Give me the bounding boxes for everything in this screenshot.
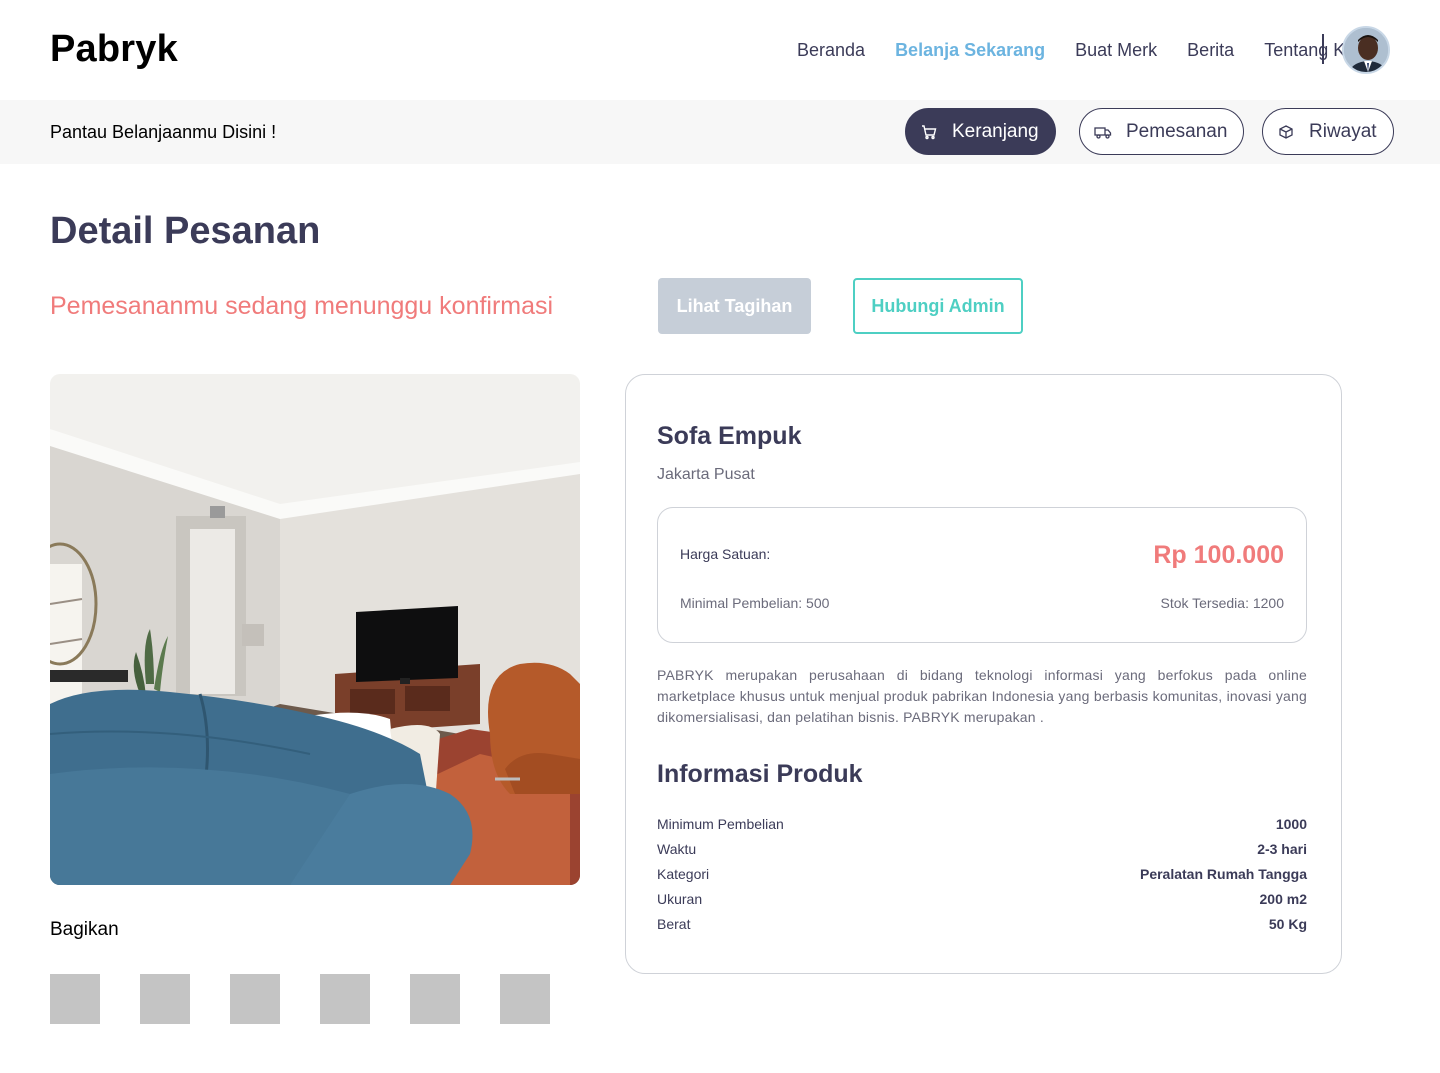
info-value: Peralatan Rumah Tangga [1139, 865, 1307, 882]
info-row: Waktu 2-3 hari [657, 836, 1307, 861]
info-row: Berat 50 Kg [657, 911, 1307, 936]
info-label: Berat [657, 915, 691, 932]
view-invoice-button[interactable]: Lihat Tagihan [658, 278, 811, 334]
avatar[interactable] [1342, 26, 1390, 74]
product-location: Jakarta Pusat [657, 466, 755, 483]
min-purchase-text: Minimal Pembelian: 500 [680, 595, 830, 611]
info-label: Kategori [657, 865, 710, 882]
info-label: Ukuran [657, 890, 703, 907]
stock-text: Stok Tersedia: 1200 [1160, 595, 1285, 611]
subbar-text: Pantau Belanjaanmu Disini ! [50, 122, 277, 142]
product-detail-card: Sofa Empuk Jakarta Pusat Harga Satuan: R… [625, 374, 1342, 974]
cart-button[interactable]: Keranjang [905, 108, 1056, 155]
header: Pabryk Beranda Belanja Sekarang Buat Mer… [0, 0, 1440, 100]
share-label: Bagikan [50, 919, 119, 940]
nav-item-beranda[interactable]: Beranda [797, 40, 865, 61]
product-info-title: Informasi Produk [657, 760, 863, 788]
page-title: Detail Pesanan [50, 210, 321, 252]
product-info-list: Minimum Pembelian 1000 Waktu 2-3 hari Ka… [657, 811, 1307, 936]
share-icon-placeholder[interactable] [410, 974, 460, 1024]
share-icon-placeholder[interactable] [230, 974, 280, 1024]
history-label: Riwayat [1309, 120, 1377, 142]
text-cursor [1322, 34, 1324, 64]
share-icon-placeholder[interactable] [50, 974, 100, 1024]
contact-admin-button[interactable]: Hubungi Admin [853, 278, 1023, 334]
nav-item-belanja-sekarang[interactable]: Belanja Sekarang [895, 40, 1045, 61]
share-icon-placeholder[interactable] [140, 974, 190, 1024]
price-box: Harga Satuan: Rp 100.000 Minimal Pembeli… [657, 507, 1307, 643]
info-value: 50 Kg [1268, 915, 1307, 932]
info-row: Kategori Peralatan Rumah Tangga [657, 861, 1307, 886]
sub-bar: Pantau Belanjaanmu Disini ! Keranjang Pe… [0, 100, 1440, 164]
cart-label: Keranjang [952, 120, 1039, 142]
nav-item-buat-merk[interactable]: Buat Merk [1075, 40, 1157, 61]
history-button[interactable]: Riwayat [1262, 108, 1394, 155]
nav-item-berita[interactable]: Berita [1187, 40, 1234, 61]
product-description: PABRYK merupakan perusahaan di bidang te… [657, 667, 1307, 725]
info-value: 200 m2 [1259, 890, 1307, 907]
info-label: Minimum Pembelian [657, 815, 784, 832]
price-value: Rp 100.000 [1153, 541, 1284, 569]
cart-icon [920, 123, 938, 141]
truck-icon [1094, 123, 1112, 141]
box-icon [1277, 123, 1295, 141]
info-label: Waktu [657, 840, 697, 857]
info-value: 1000 [1275, 815, 1307, 832]
main-nav: Beranda Belanja Sekarang Buat Merk Berit… [797, 40, 1374, 61]
info-row: Minimum Pembelian 1000 [657, 811, 1307, 836]
price-label: Harga Satuan: [680, 546, 771, 562]
info-row: Ukuran 200 m2 [657, 886, 1307, 911]
share-icon-placeholder[interactable] [320, 974, 370, 1024]
product-image [50, 374, 580, 885]
product-name: Sofa Empuk [657, 422, 802, 450]
orders-label: Pemesanan [1126, 120, 1228, 142]
share-icon-placeholder[interactable] [500, 974, 550, 1024]
orders-button[interactable]: Pemesanan [1079, 108, 1245, 155]
order-status-text: Pemesananmu sedang menunggu konfirmasi [50, 292, 554, 320]
logo[interactable]: Pabryk [50, 28, 178, 71]
info-value: 2-3 hari [1257, 840, 1307, 857]
